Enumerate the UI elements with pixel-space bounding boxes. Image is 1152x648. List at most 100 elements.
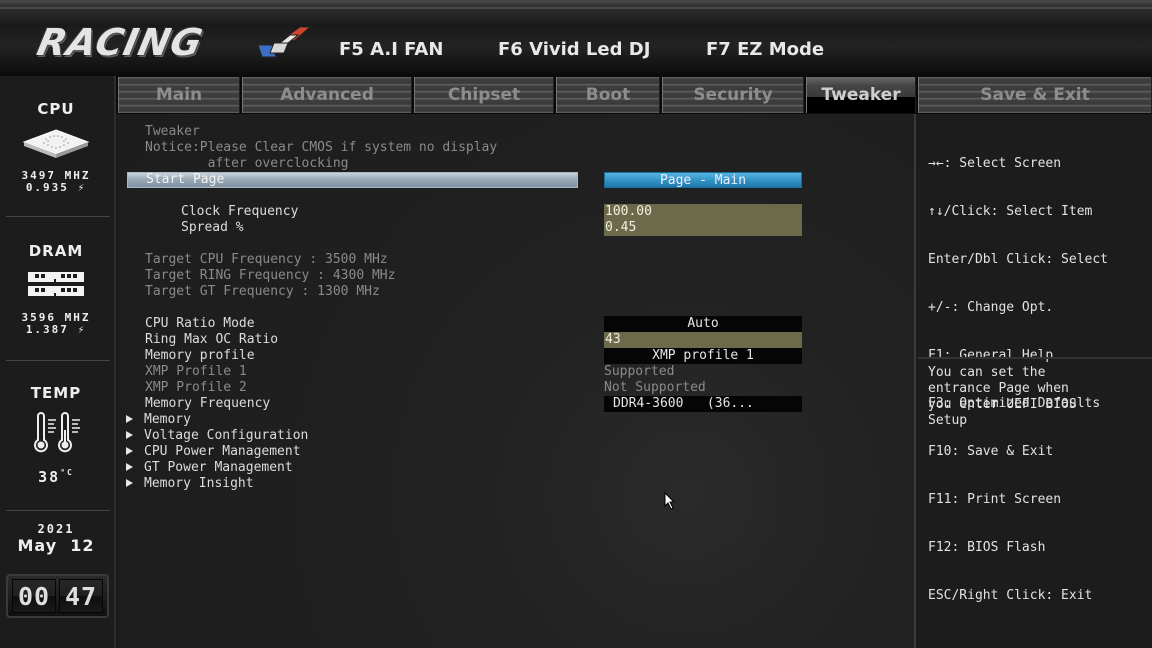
memory-profile-select[interactable]: XMP profile 1	[604, 348, 802, 364]
target-cpu-frequency: Target CPU Frequency : 3500 MHz	[145, 252, 388, 267]
flip-clock: 00 47	[6, 574, 109, 618]
temp-monitor: TEMP 38°C	[0, 384, 112, 486]
dram-voltage: 1.387 ⚡	[0, 324, 112, 336]
submenu-arrow-icon	[126, 447, 133, 455]
submenu-label: Memory Insight	[144, 476, 254, 491]
date-month: May	[17, 536, 58, 555]
date-day: 12	[70, 536, 95, 555]
dram-title: DRAM	[28, 242, 84, 260]
xmp-profile-1-value: Supported	[604, 364, 675, 379]
date-display: 2021 May 12	[0, 522, 112, 555]
thermometer-icon	[34, 412, 80, 453]
key-help-item: F1: General Help	[928, 348, 1054, 363]
submenu-label: CPU Power Management	[144, 444, 301, 459]
racing-logo: RACING	[32, 21, 322, 65]
key-help-item: F11: Print Screen	[928, 492, 1062, 507]
submenu-label: Voltage Configuration	[144, 428, 309, 443]
key-help-item: +/-: Change Opt.	[928, 300, 1054, 315]
voltage-bolt-icon: ⚡	[77, 181, 87, 194]
xmp-profile-1-label: XMP Profile 1	[145, 364, 247, 379]
temp-unit: °C	[60, 468, 74, 477]
main-tabs: Main Advanced Chipset Boot Security Twea…	[116, 76, 1152, 114]
date-month-day: May 12	[0, 536, 112, 555]
key-help-item: ESC/Right Click: Exit	[928, 588, 1093, 603]
voltage-bolt-icon: ⚡	[77, 323, 87, 336]
help-panel: →←: Select Screen ↑↓/Click: Select Item …	[918, 114, 1152, 648]
start-page-value[interactable]: Page - Main	[604, 172, 802, 188]
sidebar-divider	[6, 216, 110, 217]
cpu-ratio-mode-select[interactable]: Auto	[604, 316, 802, 332]
tab-label: Main	[155, 85, 203, 105]
memory-profile-label: Memory profile	[145, 348, 255, 363]
temp-reading: 38°C	[0, 468, 112, 486]
submenu-label: Memory	[144, 412, 191, 427]
submenu-memory-insight[interactable]: Memory Insight	[126, 476, 254, 492]
tab-security[interactable]: Security	[662, 77, 804, 113]
tab-chipset[interactable]: Chipset	[414, 77, 554, 113]
tab-label: Tweaker	[821, 85, 901, 105]
cpu-ratio-mode-label: CPU Ratio Mode	[145, 316, 255, 331]
key-help-item: F12: BIOS Flash	[928, 540, 1046, 555]
logo-checkmark-icon	[257, 26, 312, 58]
start-page-label: Start Page	[146, 172, 225, 187]
tab-advanced[interactable]: Advanced	[242, 77, 412, 113]
clock-hours: 00	[12, 579, 56, 613]
tab-main[interactable]: Main	[118, 77, 240, 113]
xmp-profile-2-value: Not Supported	[604, 380, 706, 395]
start-page-setting[interactable]: Start Page	[127, 172, 578, 188]
cpu-voltage-value: 0.935	[25, 181, 69, 194]
key-help-item: →←: Select Screen	[928, 156, 1062, 171]
submenu-gt-power-management[interactable]: GT Power Management	[126, 460, 293, 476]
submenu-memory[interactable]: Memory	[126, 412, 191, 428]
tab-label: Chipset	[447, 85, 521, 105]
temp-value: 38	[38, 468, 61, 486]
submenu-cpu-power-management[interactable]: CPU Power Management	[126, 444, 301, 460]
section-title: Tweaker	[145, 124, 200, 139]
temp-title: TEMP	[30, 384, 82, 402]
key-help-item: ↑↓/Click: Select Item	[928, 204, 1093, 219]
cpu-chip-icon	[22, 129, 90, 158]
tab-boot[interactable]: Boot	[556, 77, 660, 113]
logo-text: RACING	[33, 21, 207, 64]
dram-voltage-value: 1.387	[25, 323, 69, 336]
date-year: 2021	[37, 522, 75, 536]
tab-label: Save & Exit	[980, 85, 1090, 105]
ring-max-oc-ratio-input[interactable]: 43	[604, 332, 802, 348]
spread-input[interactable]: 0.45	[604, 220, 802, 236]
mouse-pointer-icon	[664, 492, 676, 510]
sidebar-divider	[6, 510, 110, 511]
help-divider	[918, 357, 1152, 359]
submenu-arrow-icon	[126, 415, 133, 423]
ring-max-oc-ratio-label: Ring Max OC Ratio	[145, 332, 279, 347]
cpu-title: CPU	[37, 100, 75, 118]
memory-frequency-label: Memory Frequency	[145, 396, 271, 411]
cpu-voltage: 0.935 ⚡	[0, 182, 112, 194]
ai-fan-button[interactable]: F5 A.I FAN	[339, 39, 443, 60]
vivid-led-dj-button[interactable]: F6 Vivid Led DJ	[498, 39, 650, 60]
target-ring-frequency: Target RING Frequency : 4300 MHz	[145, 268, 396, 283]
tab-save-exit[interactable]: Save & Exit	[918, 77, 1152, 113]
item-description: You can set the entrance Page when you e…	[928, 365, 1077, 428]
tab-tweaker[interactable]: Tweaker	[806, 77, 916, 113]
cpu-monitor: CPU 3497 MHZ 0.935 ⚡	[0, 100, 112, 194]
clock-frequency-input[interactable]: 100.00	[604, 204, 802, 220]
clock-frequency-label: Clock Frequency	[181, 204, 299, 219]
xmp-profile-2-label: XMP Profile 2	[145, 380, 247, 395]
notice-text-line2: after overclocking	[145, 156, 349, 171]
clock-minutes: 47	[59, 579, 103, 613]
key-help-item: F10: Save & Exit	[928, 444, 1054, 459]
ez-mode-button[interactable]: F7 EZ Mode	[706, 39, 824, 60]
submenu-arrow-icon	[126, 479, 133, 487]
submenu-arrow-icon	[126, 431, 133, 439]
spread-label: Spread %	[181, 220, 244, 235]
sidebar-divider	[6, 360, 110, 361]
submenu-arrow-icon	[126, 463, 133, 471]
submenu-voltage-configuration[interactable]: Voltage Configuration	[126, 428, 308, 444]
key-help-item: Enter/Dbl Click: Select	[928, 252, 1109, 267]
tab-label: Security	[693, 85, 773, 105]
hardware-monitor-sidebar: CPU 3497 MHZ 0.935 ⚡ DRAM 3596 MHZ 1.387…	[0, 76, 116, 648]
target-gt-frequency: Target GT Frequency : 1300 MHz	[145, 284, 380, 299]
tab-label: Boot	[585, 85, 631, 105]
tweaker-settings-panel: Tweaker Notice:Please Clear CMOS if syst…	[118, 114, 916, 648]
memory-frequency-select[interactable]: DDR4-3600 (36...	[604, 396, 802, 412]
